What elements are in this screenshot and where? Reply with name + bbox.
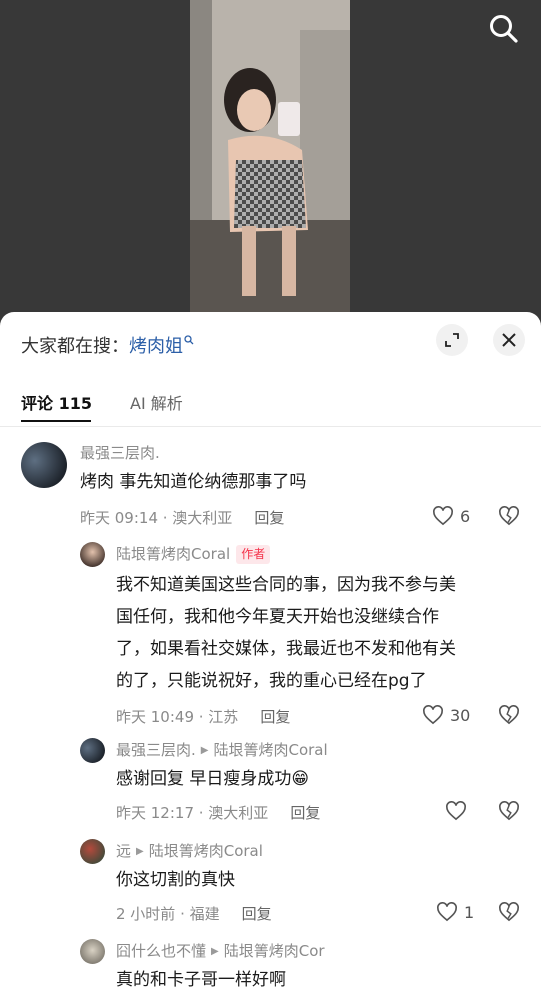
search-icon[interactable] <box>487 12 521 46</box>
comment-reply-item: 陆垠箐烤肉Coral 作者 我不知道美国这些合同的事，因为我不参与美 国任何，我和… <box>0 540 541 730</box>
expand-icon <box>445 333 459 347</box>
broken-heart-icon <box>499 705 519 725</box>
like-count: 30 <box>450 705 471 725</box>
close-button[interactable] <box>493 324 525 356</box>
reply-button[interactable]: 回复 <box>260 708 290 726</box>
avatar[interactable] <box>80 839 105 864</box>
author-badge: 作者 <box>236 545 271 564</box>
tab-ai-analysis-label: AI 解析 <box>130 394 183 413</box>
comment-reply-item: 囧什么也不懂 ▶ 陆垠箐烤肉Cor 真的和卡子哥一样好啊 <box>0 928 541 1000</box>
comment-text-line: 了，如果看社交媒体，我最近也不发和他有关 <box>116 639 456 659</box>
avatar[interactable] <box>80 738 105 763</box>
dislike-button[interactable] <box>498 506 520 530</box>
tab-comments[interactable]: 评论 115 <box>21 390 92 422</box>
comment-meta: 昨天 10:49 · 江苏 回复 <box>116 706 290 727</box>
like-count: 1 <box>464 902 475 922</box>
dislike-button[interactable] <box>498 902 520 926</box>
comment-reply-item: 最强三层肉. ▶ 陆垠箐烤肉Coral 感谢回复 早日瘦身成功😁 昨天 12:17 … <box>0 738 541 828</box>
comment-text: 烤肉 事先知道伦纳德那事了吗 <box>80 472 307 492</box>
heart-icon <box>437 902 457 922</box>
comment-text: 你这切割的真快 <box>116 870 235 890</box>
reply-arrow-icon: ▶ <box>136 846 144 857</box>
heart-icon <box>446 801 466 821</box>
tab-comments-label: 评论 115 <box>21 394 92 413</box>
avatar[interactable] <box>80 542 105 567</box>
reply-button[interactable]: 回复 <box>254 509 284 527</box>
dislike-button[interactable] <box>498 801 520 825</box>
broken-heart-icon <box>499 506 519 526</box>
comment-meta: 昨天 09:14 · 澳大利亚 回复 <box>80 507 284 528</box>
video-image-illustration <box>190 0 350 320</box>
comment-username-text: 囧什么也不懂 <box>116 942 207 960</box>
comment-username[interactable]: 陆垠箐烤肉Coral 作者 <box>116 543 271 564</box>
video-thumbnail <box>190 0 350 320</box>
comment-username-text: 远 <box>116 842 132 860</box>
small-search-icon <box>184 335 194 345</box>
comment-text-line: 的了，只能说祝好，我的重心已经在pg了 <box>116 671 427 691</box>
tabs-divider <box>0 426 541 427</box>
reply-to-username[interactable]: 陆垠箐烤肉Coral <box>149 842 263 860</box>
bottom-fade-overlay <box>321 928 541 1000</box>
avatar[interactable] <box>21 442 67 488</box>
reply-button[interactable]: 回复 <box>290 804 320 822</box>
comment-text: 感谢回复 早日瘦身成功😁 <box>116 769 310 789</box>
like-button[interactable] <box>445 801 467 821</box>
like-button[interactable]: 1 <box>436 902 474 922</box>
comment-username[interactable]: 囧什么也不懂 ▶ 陆垠箐烤肉Cor <box>116 940 325 961</box>
comment-username[interactable]: 远 ▶ 陆垠箐烤肉Coral <box>116 840 263 861</box>
broken-heart-icon <box>499 801 519 821</box>
video-player[interactable] <box>0 0 541 340</box>
comment-text-line: 国任何，我和他今年夏天开始也没继续合作 <box>116 607 439 627</box>
close-icon <box>502 333 516 347</box>
comment-sheet: 大家都在搜：烤肉姐 评论 115 AI 解析 最强三层肉. 烤肉 事先知道伦纳德… <box>0 312 541 1000</box>
active-tab-indicator <box>21 420 91 422</box>
like-count: 6 <box>460 506 471 526</box>
heart-icon <box>433 506 453 526</box>
comment-time-location: 昨天 12:17 · 澳大利亚 <box>116 804 269 822</box>
avatar[interactable] <box>80 939 105 964</box>
comment-text-line: 我不知道美国这些合同的事，因为我不参与美 <box>116 575 456 595</box>
dislike-button[interactable] <box>498 705 520 729</box>
comment-time-location: 2 小时前 · 福建 <box>116 905 220 923</box>
like-button[interactable]: 30 <box>422 705 470 725</box>
reply-to-username[interactable]: 陆垠箐烤肉Coral <box>213 741 327 759</box>
comment-time-location: 昨天 09:14 · 澳大利亚 <box>80 509 233 527</box>
trending-search-hint[interactable]: 大家都在搜：烤肉姐 <box>21 332 194 358</box>
tab-ai-analysis[interactable]: AI 解析 <box>130 390 183 414</box>
comment-username[interactable]: 最强三层肉. ▶ 陆垠箐烤肉Coral <box>116 739 328 760</box>
comment-username-text: 陆垠箐烤肉Coral <box>116 545 231 563</box>
comment-username-text: 最强三层肉. <box>116 741 196 759</box>
comment-text: 真的和卡子哥一样好啊 <box>116 970 286 990</box>
reply-arrow-icon: ▶ <box>211 946 219 957</box>
comment-text: 我不知道美国这些合同的事，因为我不参与美 国任何，我和他今年夏天开始也没继续合作… <box>116 569 526 697</box>
expand-button[interactable] <box>436 324 468 356</box>
trending-search-keyword[interactable]: 烤肉姐 <box>129 336 183 357</box>
reply-button[interactable]: 回复 <box>242 905 272 923</box>
comment-meta: 昨天 12:17 · 澳大利亚 回复 <box>116 802 320 823</box>
like-button[interactable]: 6 <box>432 506 470 526</box>
comment-meta: 2 小时前 · 福建 回复 <box>116 903 272 924</box>
reply-arrow-icon: ▶ <box>200 745 209 756</box>
comment-item: 最强三层肉. 烤肉 事先知道伦纳德那事了吗 昨天 09:14 · 澳大利亚 回复 … <box>0 440 541 530</box>
comment-reply-item: 远 ▶ 陆垠箐烤肉Coral 你这切割的真快 2 小时前 · 福建 回复 1 <box>0 839 541 929</box>
trending-search-label: 大家都在搜： <box>21 336 129 357</box>
heart-icon <box>423 705 443 725</box>
broken-heart-icon <box>499 902 519 922</box>
comment-username[interactable]: 最强三层肉. <box>80 442 160 463</box>
comment-time-location: 昨天 10:49 · 江苏 <box>116 708 239 726</box>
reply-to-username[interactable]: 陆垠箐烤肉Cor <box>224 942 325 960</box>
comment-tabs: 评论 115 AI 解析 <box>0 388 541 426</box>
